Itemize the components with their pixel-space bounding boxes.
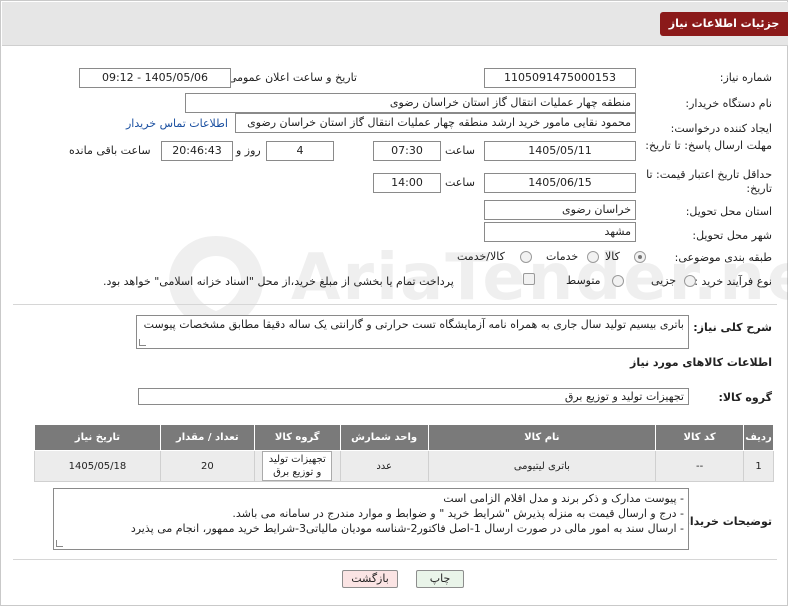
need-number-field: 1105091475000153 (484, 68, 636, 88)
resize-handle-icon[interactable] (139, 339, 146, 346)
payment-treasury-checkbox[interactable] (523, 273, 535, 285)
category-radio-goods[interactable] (634, 251, 646, 263)
process-radio-medium[interactable] (612, 275, 624, 287)
cell-qty: 20 (159, 450, 255, 482)
need-number-label: شماره نیاز: (719, 71, 772, 84)
remaining-time-label: ساعت باقی مانده (69, 144, 151, 157)
process-label: نوع فرآیند خرید : (694, 275, 772, 288)
requester-label: ایجاد کننده درخواست: (670, 122, 772, 135)
category-option-services: خدمات (546, 250, 579, 263)
category-label: طبقه بندی موضوعی: (674, 251, 772, 264)
col-row: ردیف (743, 424, 774, 451)
reply-time-field: 07:30 (373, 141, 441, 161)
page-title: جزئیات اطلاعات نیاز (660, 12, 788, 36)
category-option-goods: کالا (605, 250, 620, 263)
cell-code: -- (655, 450, 745, 482)
process-radio-minor[interactable] (684, 275, 696, 287)
price-validity-label: حداقل تاریخ اعتبار قیمت: تا تاریخ: (646, 168, 772, 195)
col-group: گروه کالا (253, 424, 341, 451)
buyer-note-line: - درج و ارسال قیمت به منزله پذیرش "شرایط… (232, 507, 684, 520)
description-label: شرح کلی نیاز: (693, 321, 772, 334)
days-and-label: روز و (236, 144, 261, 157)
validity-time-label: ساعت (445, 176, 475, 189)
items-header-row: ردیف کد کالا نام کالا واحد شمارش گروه کا… (34, 424, 774, 451)
col-name: نام کالا (427, 424, 657, 451)
items-section-title: اطلاعات کالاهای مورد نیاز (630, 356, 772, 369)
days-count-field: 4 (266, 141, 334, 161)
cell-row: 1 (743, 450, 774, 482)
header-bar: جزئیات اطلاعات نیاز (2, 2, 788, 46)
payment-note: پرداخت تمام یا بخشی از مبلغ خرید،از محل … (103, 275, 454, 288)
requester-field: محمود نقایی مامور خرید ارشد منطقه چهار ع… (235, 113, 636, 133)
announce-label: تاریخ و ساعت اعلان عمومی: (224, 71, 357, 84)
reply-deadline-label: مهلت ارسال پاسخ: تا تاریخ: (645, 139, 772, 152)
description-textarea: باتری بیسیم تولید سال جاری به همراه نامه… (136, 315, 689, 349)
validity-time-field: 14:00 (373, 173, 441, 193)
reply-date-field: 1405/05/11 (484, 141, 636, 161)
group-field: تجهیزات تولید و توزیع برق (138, 388, 689, 405)
cell-date: 1405/05/18 (34, 450, 161, 482)
col-date: تاریخ نیاز (34, 424, 161, 451)
divider (13, 559, 777, 560)
table-row: 1 -- باتری لیتیومی عدد تجهیزات تولید و ت… (34, 450, 774, 482)
cell-unit: عدد (339, 450, 429, 482)
buyer-notes-textarea: - پیوست مدارک و ذکر برند و مدل اقلام الز… (53, 488, 689, 550)
cell-group-text: تجهیزات تولید و توزیع برق (262, 451, 333, 481)
process-option-medium: متوسط (566, 274, 601, 287)
cell-name: باتری لیتیومی (427, 450, 657, 482)
col-code: کد کالا (655, 424, 745, 451)
city-field: مشهد (484, 222, 636, 242)
category-radio-services[interactable] (587, 251, 599, 263)
items-table: ردیف کد کالا نام کالا واحد شمارش گروه کا… (34, 424, 774, 482)
province-field: خراسان رضوی (484, 200, 636, 220)
cell-group: تجهیزات تولید و توزیع برق (253, 450, 341, 482)
buyer-org-label: نام دستگاه خریدار: (685, 97, 772, 110)
category-option-both: کالا/خدمت (457, 250, 505, 263)
buyer-org-field: منطقه چهار عملیات انتقال گاز استان خراسا… (185, 93, 636, 113)
category-radio-both[interactable] (520, 251, 532, 263)
group-label: گروه کالا: (718, 391, 772, 404)
back-button[interactable]: بازگشت (342, 570, 398, 588)
buyer-contact-link[interactable]: اطلاعات تماس خریدار (126, 117, 228, 130)
col-qty: تعداد / مقدار (159, 424, 255, 451)
process-option-minor: جزیی (651, 274, 677, 287)
resize-handle-icon[interactable] (56, 540, 63, 547)
details-panel: جزئیات اطلاعات نیاز AriaTender.neT شماره… (0, 0, 788, 606)
province-label: استان محل تحویل: (685, 205, 772, 218)
validity-date-field: 1405/06/15 (484, 173, 636, 193)
col-unit: واحد شمارش (339, 424, 429, 451)
remaining-time-field: 20:46:43 (161, 141, 233, 161)
buyer-notes-label: توضیحات خریدار: (679, 515, 772, 528)
city-label: شهر محل تحویل: (692, 229, 772, 242)
reply-time-label: ساعت (445, 144, 475, 157)
divider (13, 304, 777, 305)
print-button[interactable]: چاپ (416, 570, 464, 588)
announce-field: 1405/05/06 - 09:12 (79, 68, 231, 88)
buyer-note-line: - ارسال سند به امور مالی در صورت ارسال 1… (130, 522, 684, 535)
buyer-note-line: - پیوست مدارک و ذکر برند و مدل اقلام الز… (443, 492, 684, 505)
description-text: باتری بیسیم تولید سال جاری به همراه نامه… (143, 318, 684, 331)
